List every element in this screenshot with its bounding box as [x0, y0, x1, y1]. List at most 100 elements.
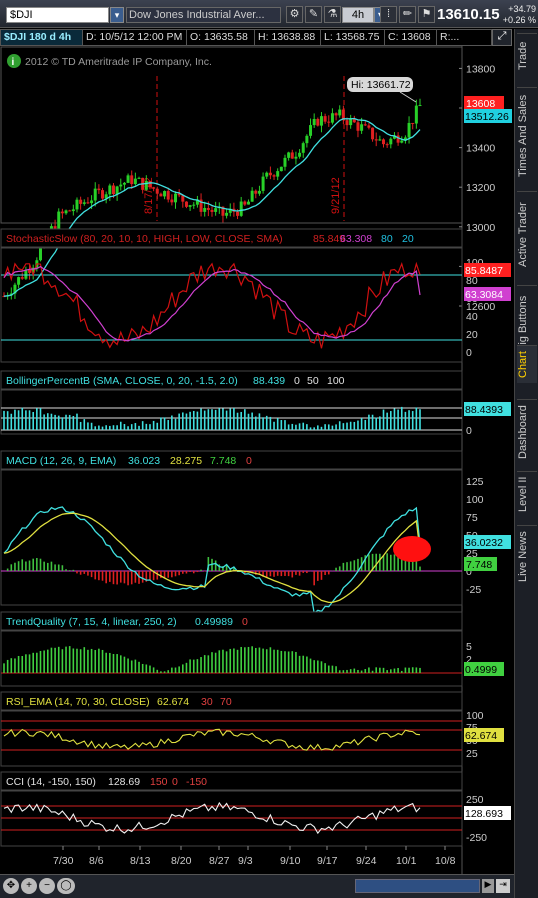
- bollinger-bar: [393, 408, 396, 430]
- trendquality-bar: [207, 655, 210, 673]
- stochastic-tick-label: 40: [466, 311, 478, 323]
- trendquality-bar: [276, 649, 279, 673]
- studies-icon[interactable]: ⚗: [324, 6, 341, 23]
- trendquality-value-2: 0: [242, 616, 248, 628]
- aggregation-select[interactable]: 4h: [342, 7, 374, 23]
- trendquality-bar: [163, 671, 166, 673]
- candle-body: [276, 171, 280, 177]
- macd-frame: [0, 469, 463, 606]
- trendquality-bar: [229, 648, 232, 673]
- tab-dashboard[interactable]: Dashboard: [517, 399, 537, 465]
- bollinger-bar: [375, 417, 378, 430]
- bollinger-bar: [276, 418, 279, 430]
- trendquality-bar: [225, 651, 228, 673]
- bollinger-bar: [346, 422, 348, 430]
- bar-range: R:...: [440, 31, 460, 43]
- candle-body: [268, 172, 272, 176]
- candlesticks: [2, 98, 422, 300]
- trendquality-bar: [317, 660, 319, 673]
- tab-times-and-sales[interactable]: Times And Sales: [517, 87, 537, 183]
- percent-change: +0.26 %: [502, 15, 536, 25]
- bollinger-bar: [353, 421, 356, 430]
- bar-high: H: 13638.88: [255, 30, 321, 45]
- rsi-tick-100: 100: [466, 710, 484, 722]
- trendquality-bar: [397, 667, 399, 673]
- chart-canvas[interactable]: 8/17/12 9/21/12 140001380013600134001320…: [0, 46, 514, 874]
- trendquality-value-1: 0.49989: [195, 616, 233, 628]
- chart-settings-icon[interactable]: ⤢: [492, 29, 512, 46]
- trendquality-bar: [236, 649, 239, 673]
- trendquality-bar: [185, 662, 188, 673]
- candle-body: [17, 277, 21, 285]
- flag-icon[interactable]: ⚑: [418, 6, 435, 23]
- tab-level-ii[interactable]: Level II: [517, 471, 537, 517]
- candle-body: [309, 125, 313, 136]
- scroll-end-button[interactable]: ⇥: [496, 879, 510, 893]
- candle-body: [68, 210, 72, 212]
- pencil-icon[interactable]: ✏: [399, 6, 416, 23]
- candle-body: [290, 152, 294, 159]
- trendquality-bar: [251, 646, 253, 673]
- bollinger-bar: [382, 409, 385, 430]
- time-axis: 7/30 8/6 8/13 8/20 8/27 9/3 9/10 9/17 9/24 10/1 10…: [53, 846, 456, 867]
- trendquality-bar: [368, 667, 370, 673]
- bollinger-bar: [211, 409, 213, 430]
- trendquality-bar: [379, 667, 381, 673]
- bollinger-bar: [167, 420, 170, 430]
- trendquality-bar: [298, 655, 301, 673]
- symbol-dropdown-button[interactable]: ▾: [110, 7, 124, 23]
- trendquality-bar: [105, 652, 107, 673]
- zoom-out-icon[interactable]: −: [39, 878, 55, 894]
- candle-body: [20, 277, 24, 279]
- time-tick-label: 10/8: [435, 855, 456, 867]
- symbol-input[interactable]: $DJI: [6, 7, 109, 23]
- time-tick-label: 10/1: [396, 855, 417, 867]
- tab-live-news[interactable]: Live News: [517, 525, 537, 587]
- bollinger-bar: [145, 423, 148, 430]
- bollinger-bar: [116, 425, 118, 430]
- candle-body: [166, 191, 170, 200]
- tab-trade[interactable]: Trade: [517, 33, 537, 77]
- trendquality-bar: [50, 647, 53, 673]
- chart-symbol-label[interactable]: $DJI 180 d 4h: [1, 30, 83, 45]
- drawing-tools-icon[interactable]: ✎: [305, 6, 322, 23]
- trendquality-bar: [346, 669, 348, 673]
- bollinger-bar: [90, 422, 93, 430]
- candle-body: [367, 125, 371, 128]
- style-icon[interactable]: ⁞: [380, 6, 397, 23]
- candle-body: [79, 199, 83, 204]
- candle-body: [389, 138, 393, 145]
- bollinger-bar: [313, 427, 315, 430]
- pan-icon[interactable]: ✥: [3, 878, 19, 894]
- candle-body: [82, 202, 86, 204]
- bollinger-bar: [335, 424, 337, 430]
- bollinger-bar: [233, 408, 235, 430]
- candle-body: [360, 124, 364, 131]
- tab-chart[interactable]: Chart: [517, 345, 537, 383]
- tab-active-trader[interactable]: Active Trader: [517, 191, 537, 277]
- time-tick-label: 8/27: [209, 855, 230, 867]
- scroll-right-button[interactable]: ▶: [482, 879, 494, 893]
- trendquality-bar: [280, 650, 283, 673]
- macd-value-2: 28.275: [170, 455, 202, 467]
- trendquality-histogram: [3, 646, 421, 673]
- candle-body: [407, 122, 411, 138]
- bollinger-value-3: 50: [307, 375, 319, 387]
- bollinger-bar: [302, 422, 305, 430]
- time-tick-label: 8/13: [130, 855, 151, 867]
- stochastic-tick-label: 20: [466, 329, 478, 341]
- trendquality-bar: [335, 666, 337, 673]
- cci-tag: 128.693: [465, 808, 503, 820]
- horizontal-scrollbar[interactable]: [355, 879, 480, 893]
- zoom-fit-icon[interactable]: ◯: [57, 878, 75, 894]
- trendquality-bar: [3, 663, 5, 673]
- zoom-in-icon[interactable]: +: [21, 878, 37, 894]
- candle-body: [327, 121, 331, 123]
- candle-body: [382, 139, 386, 145]
- candle-body: [90, 200, 94, 204]
- bollinger-value-2: 0: [294, 375, 300, 387]
- bollinger-bar: [79, 421, 82, 430]
- gear-icon[interactable]: ⚙: [286, 6, 303, 23]
- macd-value-1: 36.023: [128, 455, 160, 467]
- trendquality-bar: [90, 648, 93, 673]
